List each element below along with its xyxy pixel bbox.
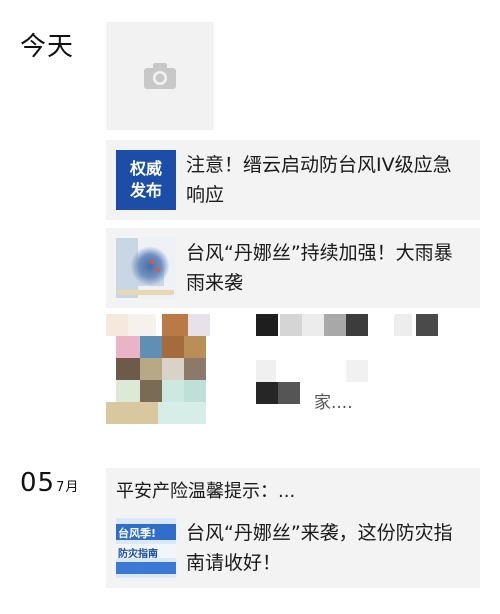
thumbnail-text: 台风季! <box>118 527 157 540</box>
shared-article-card[interactable]: 台风“丹娜丝”持续加强！大雨暴雨来袭 <box>106 228 480 308</box>
text-moment-card[interactable]: 平安产险温馨提示：... <box>106 468 480 510</box>
moment-text: 平安产险温馨提示：... <box>116 481 296 502</box>
date-month: 7月 <box>56 480 80 495</box>
article-thumbnail: 台风季! 防灾指南 <box>116 518 176 578</box>
thumbnail-text: 发布 <box>129 181 162 200</box>
blurred-caption: 家.... <box>314 393 353 413</box>
article-thumbnail: 权威 发布 <box>116 150 176 210</box>
thumbnail-text: 防灾指南 <box>118 549 158 560</box>
camera-icon <box>144 63 176 89</box>
shared-article-card[interactable]: 台风季! 防灾指南 台风“丹娜丝”来袭，这份防灾指南请收好！ <box>106 508 480 588</box>
date-label: 057月 <box>20 468 79 498</box>
article-thumbnail <box>116 238 176 298</box>
date-today-label: 今天 <box>20 32 75 62</box>
article-title: 台风“丹娜丝”来袭，这份防灾指南请收好！ <box>186 522 453 574</box>
blurred-moment[interactable]: 家.... <box>106 314 480 424</box>
article-title: 台风“丹娜丝”持续加强！大雨暴雨来袭 <box>186 242 453 294</box>
new-moment-camera-card[interactable] <box>106 22 214 130</box>
thumbnail-text: 权威 <box>129 159 162 178</box>
date-day: 05 <box>20 468 56 498</box>
shared-article-card[interactable]: 权威 发布 注意！缙云启动防台风IV级应急响应 <box>106 140 480 220</box>
article-title: 注意！缙云启动防台风IV级应急响应 <box>186 154 452 206</box>
